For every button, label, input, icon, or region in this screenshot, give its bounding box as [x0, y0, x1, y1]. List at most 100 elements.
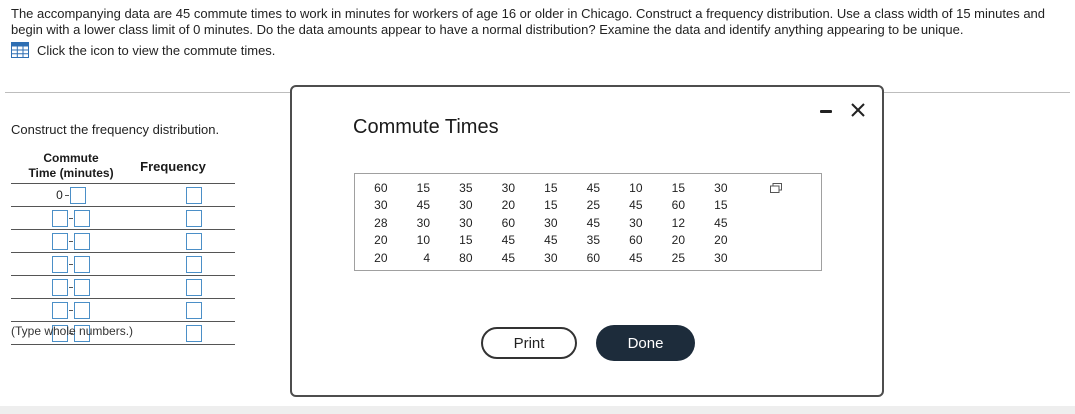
minimize-button[interactable]	[819, 104, 833, 118]
data-cell: 28	[374, 215, 388, 230]
data-cell: 4	[423, 250, 430, 265]
lower-limit-input[interactable]	[52, 209, 68, 227]
frequency-input[interactable]	[186, 232, 202, 250]
lower-limit-input[interactable]	[52, 301, 68, 319]
frequency-row	[11, 253, 235, 276]
data-cell: 25	[586, 198, 600, 213]
upper-limit-input[interactable]	[74, 209, 90, 227]
data-cell: 15	[459, 233, 473, 248]
class-limits-cell: 0	[11, 186, 131, 204]
commute-times-dialog: Commute Times 60 15 35 30 15 45 10 15 30 30 45 30 20…	[290, 85, 884, 397]
data-row: 28 30 30 60 30 45 30 12 45	[355, 214, 738, 232]
frequency-input[interactable]	[186, 324, 202, 342]
data-cell: 45	[586, 180, 600, 195]
upper-limit-input[interactable]	[74, 301, 90, 319]
range-dash	[69, 286, 73, 288]
data-cell: 15	[416, 180, 430, 195]
upper-limit-input[interactable]	[74, 255, 90, 273]
lower-limit-input[interactable]	[52, 255, 68, 273]
frequency-row	[11, 299, 235, 322]
data-cell: 30	[714, 250, 728, 265]
data-cell: 10	[416, 233, 430, 248]
data-cell: 15	[544, 180, 558, 195]
frequency-cell	[131, 255, 235, 273]
frequency-row: 0	[11, 184, 235, 207]
frequency-input[interactable]	[186, 209, 202, 227]
frequency-table: Commute Time (minutes) Frequency 0	[11, 150, 235, 345]
view-commute-times-link[interactable]: Click the icon to view the commute times…	[11, 42, 275, 58]
commute-data-box: 60 15 35 30 15 45 10 15 30 30 45 30 20 15 25 45 60 15 28 30…	[354, 173, 822, 271]
frequency-input[interactable]	[186, 255, 202, 273]
data-cell: 60	[586, 250, 600, 265]
data-cell: 45	[501, 250, 515, 265]
grid-table-icon[interactable]	[11, 42, 29, 58]
close-icon[interactable]	[848, 100, 868, 120]
range-dash	[69, 217, 73, 219]
data-cell: 60	[629, 233, 643, 248]
lower-limit-input[interactable]	[52, 278, 68, 296]
upper-limit-input[interactable]	[74, 232, 90, 250]
data-cell: 20	[374, 233, 388, 248]
data-cell: 20	[714, 233, 728, 248]
class-limits-cell	[11, 255, 131, 273]
upper-limit-input[interactable]	[74, 278, 90, 296]
data-cell: 30	[416, 215, 430, 230]
data-cell: 30	[544, 215, 558, 230]
data-row: 30 45 30 20 15 25 45 60 15	[355, 197, 738, 215]
data-cell: 20	[374, 250, 388, 265]
data-cell: 45	[714, 215, 728, 230]
first-lower-limit: 0	[56, 188, 63, 202]
data-row: 60 15 35 30 15 45 10 15 30	[355, 179, 738, 197]
range-dash	[69, 263, 73, 265]
data-cell: 10	[629, 180, 643, 195]
class-limits-cell	[11, 301, 131, 319]
frequency-cell	[131, 301, 235, 319]
data-cell: 35	[459, 180, 473, 195]
data-cell: 20	[671, 233, 685, 248]
commute-time-header: Commute Time (minutes)	[28, 151, 114, 180]
question-text: The accompanying data are 45 commute tim…	[11, 6, 1046, 37]
data-cell: 45	[629, 198, 643, 213]
construct-label: Construct the frequency distribution.	[11, 122, 220, 137]
frequency-header: Frequency	[140, 159, 206, 174]
type-whole-numbers-note: (Type whole numbers.)	[11, 324, 134, 338]
data-row: 20 10 15 45 45 35 60 20 20	[355, 232, 738, 250]
frequency-rows: 0	[11, 184, 235, 345]
data-cell: 30	[459, 215, 473, 230]
data-cell: 30	[544, 250, 558, 265]
commute-data-table: 60 15 35 30 15 45 10 15 30 30 45 30 20 15 25 45 60 15 28 30…	[355, 179, 738, 267]
dialog-title: Commute Times	[353, 116, 499, 138]
copy-icon[interactable]	[770, 183, 782, 195]
data-cell: 30	[629, 215, 643, 230]
frequency-table-header: Commute Time (minutes) Frequency	[11, 150, 235, 184]
data-cell: 20	[501, 198, 515, 213]
print-button[interactable]: Print	[481, 327, 577, 359]
data-row: 20 4 80 45 30 60 45 25 30	[355, 249, 738, 267]
frequency-cell	[131, 186, 235, 204]
frequency-input[interactable]	[186, 301, 202, 319]
frequency-row	[11, 230, 235, 253]
frequency-input[interactable]	[186, 278, 202, 296]
frequency-row	[11, 207, 235, 230]
data-cell: 45	[544, 233, 558, 248]
frequency-cell	[131, 209, 235, 227]
data-cell: 25	[671, 250, 685, 265]
range-dash	[69, 240, 73, 242]
frequency-input[interactable]	[186, 186, 202, 204]
data-cell: 15	[714, 198, 728, 213]
frequency-cell	[131, 324, 235, 342]
frequency-cell	[131, 232, 235, 250]
class-limits-cell	[11, 232, 131, 250]
upper-limit-input[interactable]	[69, 186, 86, 204]
data-cell: 35	[586, 233, 600, 248]
data-cell: 45	[416, 198, 430, 213]
data-cell: 45	[586, 215, 600, 230]
data-cell: 30	[374, 198, 388, 213]
lower-limit-input[interactable]	[52, 232, 68, 250]
data-cell: 30	[459, 198, 473, 213]
bottom-band	[0, 406, 1075, 414]
class-limits-cell	[11, 278, 131, 296]
done-button[interactable]: Done	[596, 325, 695, 361]
view-link-label[interactable]: Click the icon to view the commute times…	[37, 43, 275, 58]
minimize-icon[interactable]	[820, 109, 832, 113]
